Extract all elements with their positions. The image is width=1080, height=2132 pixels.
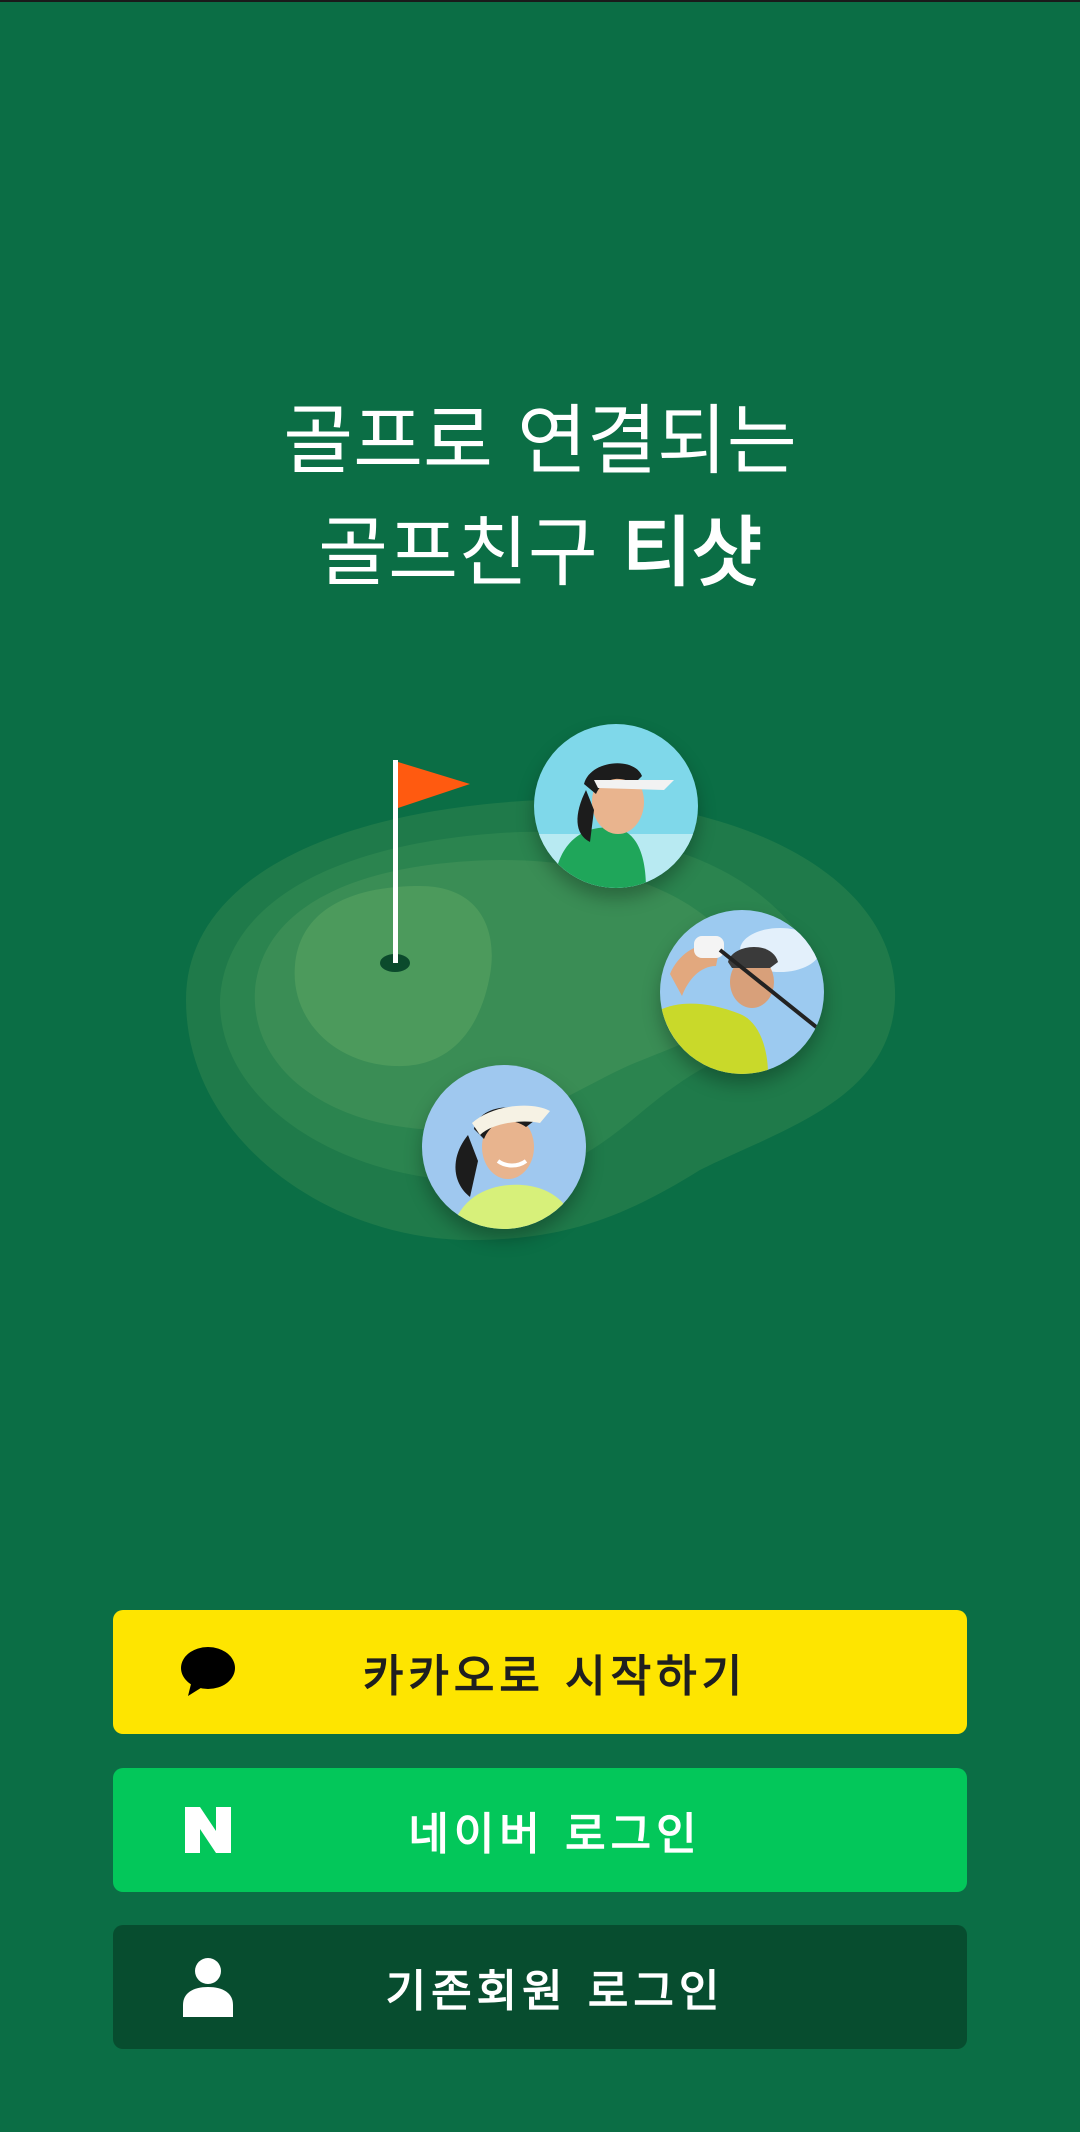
flag-pole (393, 760, 398, 963)
member-login-button[interactable]: 기존회원 로그인 (113, 1925, 967, 2049)
user-icon (178, 1957, 238, 2017)
headline-line-2: 골프친구 티샷 (0, 497, 1080, 609)
status-bar-edge (0, 0, 1080, 2)
avatar-golfer-man-swing (660, 910, 824, 1074)
avatar-golfer-woman-visor (534, 724, 698, 888)
avatar-golfer-woman-smiling (422, 1065, 586, 1229)
headline: 골프로 연결되는 골프친구 티샷 (0, 385, 1080, 609)
kakao-login-label: 카카오로 시작하기 (362, 1651, 748, 1702)
headline-prefix: 골프친구 (318, 508, 622, 597)
kakao-login-button[interactable]: 카카오로 시작하기 (113, 1610, 967, 1734)
speech-bubble-icon (178, 1642, 238, 1702)
naver-login-label: 네이버 로그인 (408, 1809, 702, 1860)
naver-login-button[interactable]: 네이버 로그인 (113, 1768, 967, 1892)
flag-icon (398, 762, 470, 808)
naver-n-icon (178, 1800, 238, 1860)
brand-name: 티샷 (622, 508, 762, 597)
member-login-label: 기존회원 로그인 (385, 1966, 725, 2017)
headline-line-1: 골프로 연결되는 (283, 396, 797, 485)
golf-green-illustration (0, 700, 1080, 1260)
